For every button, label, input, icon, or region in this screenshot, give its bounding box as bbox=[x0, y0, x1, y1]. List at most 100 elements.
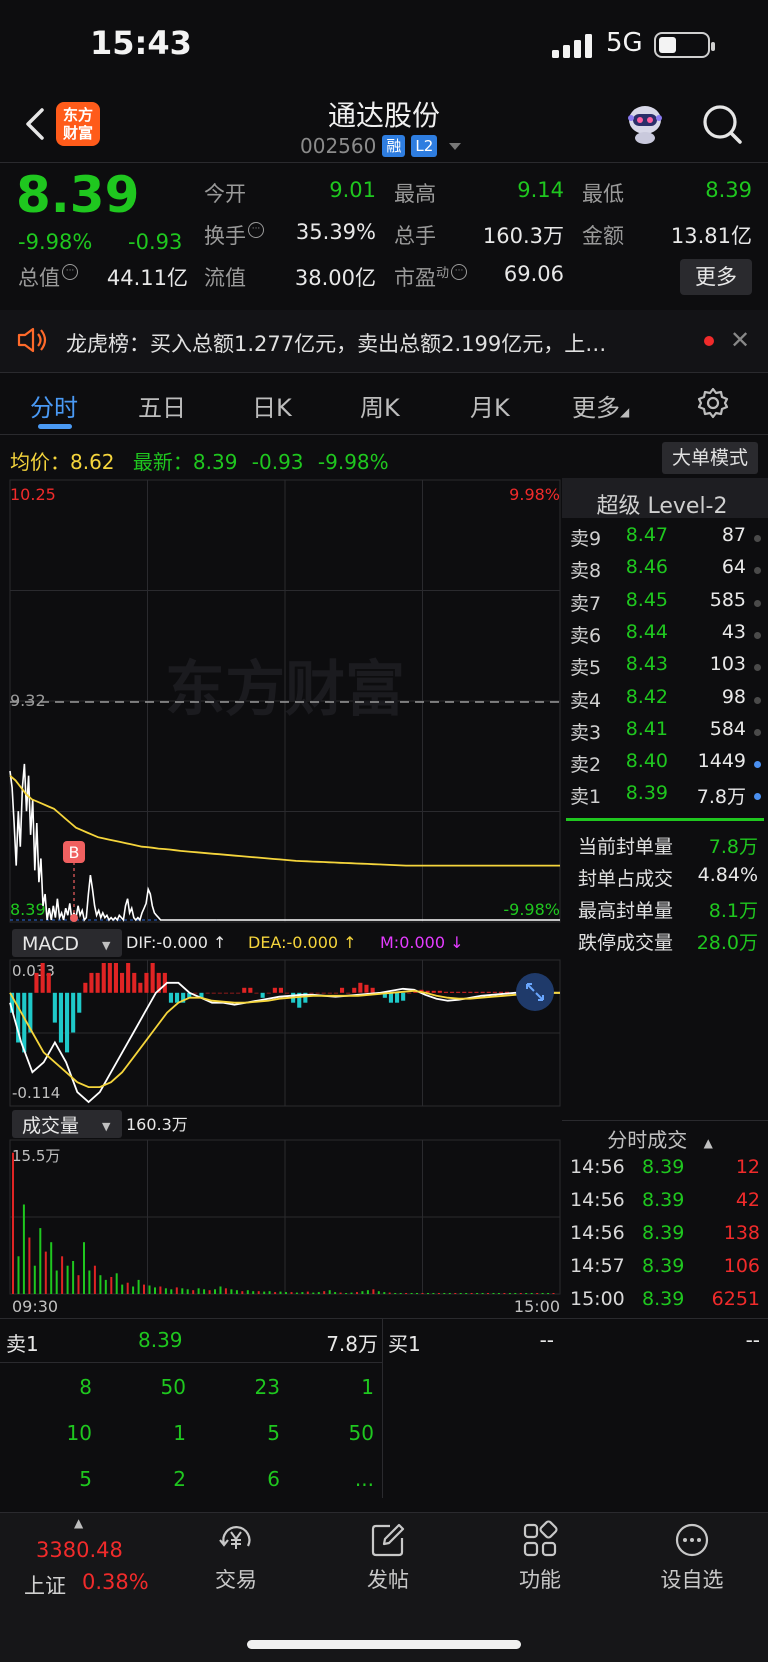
volume-bar bbox=[427, 1293, 429, 1294]
volume-bar bbox=[350, 1292, 353, 1294]
ask-volume: 7.8万 bbox=[696, 786, 746, 809]
macd-histogram-bar bbox=[327, 992, 332, 994]
volume-bar bbox=[93, 1265, 96, 1294]
limit-stat-row: 当前封单量 7.8万 bbox=[578, 832, 758, 864]
ask-dot bbox=[754, 599, 761, 607]
quote-value-market-cap: 44.11亿 bbox=[106, 266, 188, 290]
ask-row[interactable]: 卖9 8.47 87 bbox=[570, 524, 768, 556]
level2-tag: L2 bbox=[411, 135, 438, 157]
pct-axis-top: 9.98% bbox=[509, 485, 560, 504]
volume-bar bbox=[12, 1152, 14, 1294]
stock-subtitle[interactable]: 002560 融 L2 bbox=[300, 134, 462, 158]
macd-histogram-bar bbox=[272, 987, 277, 993]
macd-histogram-bar bbox=[260, 992, 265, 998]
volume-bar bbox=[115, 1273, 118, 1294]
volume-bar bbox=[328, 1290, 331, 1294]
active-tab-indicator bbox=[38, 424, 72, 429]
volume-bar bbox=[519, 1293, 522, 1294]
info-icon: ··· bbox=[451, 264, 468, 280]
ask-row[interactable]: 卖8 8.46 64 bbox=[570, 556, 768, 588]
macd-histogram-bar bbox=[321, 992, 326, 994]
volume-bar bbox=[17, 1256, 20, 1294]
macd-histogram-bar bbox=[346, 992, 351, 994]
volume-bar bbox=[514, 1293, 517, 1294]
close-icon[interactable]: ✕ bbox=[730, 326, 750, 354]
volume-bar bbox=[306, 1291, 309, 1294]
volume-bar bbox=[83, 1242, 85, 1294]
macd-histogram-bar bbox=[58, 992, 63, 1043]
quote-label-pe: 市盈动 ··· bbox=[394, 262, 468, 292]
tab-daily-k[interactable]: 日K bbox=[252, 388, 292, 423]
nav-watchlist[interactable]: 设自选 bbox=[642, 1520, 742, 1594]
nav-post[interactable]: 发帖 bbox=[338, 1520, 438, 1594]
queue-order: 50 bbox=[160, 1375, 186, 1399]
ask-label: 卖1 bbox=[570, 786, 602, 809]
volume-bar bbox=[405, 1293, 408, 1294]
trade-row: 14:56 8.39 42 bbox=[570, 1189, 760, 1222]
volume-bar bbox=[323, 1291, 326, 1294]
volume-bar bbox=[448, 1293, 451, 1294]
macd-histogram-bar bbox=[223, 992, 228, 994]
robot-assistant-icon[interactable] bbox=[622, 100, 668, 146]
status-bar: 15:43 5G bbox=[0, 0, 768, 90]
price-line bbox=[9, 763, 217, 922]
ask-row[interactable]: 卖1 8.39 7.8万 bbox=[570, 782, 768, 814]
trades-title[interactable]: 分时成交 ▲ bbox=[560, 1124, 760, 1153]
volume-bar bbox=[366, 1290, 369, 1294]
ask-label: 卖2 bbox=[570, 754, 602, 777]
nav-trade[interactable]: 交易 bbox=[186, 1520, 286, 1594]
ask-row[interactable]: 卖7 8.45 585 bbox=[570, 589, 768, 621]
search-icon[interactable] bbox=[700, 102, 744, 146]
big-order-mode-button[interactable]: 大单模式 bbox=[662, 442, 758, 474]
ask-price: 8.43 bbox=[625, 653, 668, 676]
macd-header: MACD ▼ DIF:-0.000 ↑ DEA:-0.000 ↑ M:0.000… bbox=[12, 929, 464, 957]
macd-histogram-bar bbox=[193, 992, 198, 994]
macd-histogram-bar bbox=[248, 987, 253, 993]
volume-bar bbox=[372, 1289, 375, 1294]
ask-row[interactable]: 卖6 8.44 43 bbox=[570, 621, 768, 653]
trade-volume: 42 bbox=[735, 1189, 760, 1211]
volume-header: 成交量 ▼ 160.3万 bbox=[12, 1110, 188, 1138]
price-axis-top: 10.25 bbox=[10, 485, 56, 504]
fullscreen-toggle-icon[interactable] bbox=[516, 973, 554, 1011]
intraday-charts[interactable]: 东方财富 10.25 9.32 8.39 9.98% -9.98% B MACD… bbox=[0, 478, 562, 1318]
macd-histogram-bar bbox=[468, 991, 473, 993]
nav-functions[interactable]: 功能 bbox=[490, 1520, 590, 1594]
change-amount: -0.93 bbox=[128, 230, 183, 254]
ask-row[interactable]: 卖4 8.42 98 bbox=[570, 686, 768, 718]
tab-five-day[interactable]: 五日 bbox=[138, 388, 186, 423]
volume-bar bbox=[268, 1291, 271, 1294]
more-button[interactable]: 更多 bbox=[680, 259, 752, 295]
queue-order: 10 bbox=[66, 1421, 92, 1445]
macd-histogram-bar bbox=[456, 991, 461, 993]
trade-volume: 106 bbox=[723, 1255, 760, 1277]
macd-histogram-bar bbox=[77, 992, 82, 1013]
ask-row[interactable]: 卖3 8.41 584 bbox=[570, 718, 768, 750]
ask-price: 8.46 bbox=[625, 556, 668, 579]
news-text[interactable]: 龙虎榜：买入总额1.277亿元，卖出总额2.199亿元，上… bbox=[66, 328, 606, 358]
tab-weekly-k[interactable]: 周K bbox=[360, 388, 400, 423]
ask-row[interactable]: 卖2 8.40 1449 bbox=[570, 750, 768, 782]
volume-bar bbox=[301, 1292, 304, 1294]
index-ticker[interactable]: ▲ 3380.48 上证 0.38% bbox=[20, 1516, 160, 1598]
ask-volume: 1449 bbox=[697, 750, 746, 773]
settings-gear-icon[interactable] bbox=[696, 386, 730, 420]
trade-volume: 12 bbox=[735, 1156, 760, 1178]
volume-bar bbox=[416, 1293, 418, 1294]
tab-more[interactable]: 更多◢ bbox=[572, 388, 629, 423]
avg-value: 8.62 bbox=[70, 450, 115, 474]
ask-price: 8.39 bbox=[625, 782, 668, 805]
tab-intraday[interactable]: 分时 bbox=[30, 388, 78, 423]
ask-row[interactable]: 卖5 8.43 103 bbox=[570, 653, 768, 685]
queue-order: 1 bbox=[361, 1375, 374, 1399]
status-time: 15:43 bbox=[90, 24, 192, 62]
queue-order: 8 bbox=[79, 1375, 92, 1399]
trade-row: 14:56 8.39 12 bbox=[570, 1156, 760, 1189]
info-icon: ··· bbox=[62, 264, 78, 280]
macd-histogram-bar bbox=[236, 992, 241, 994]
tab-monthly-k[interactable]: 月K bbox=[470, 388, 510, 423]
volume-bar bbox=[285, 1292, 287, 1294]
quote-value-pe: 69.06 bbox=[503, 262, 564, 286]
macd-histogram-bar bbox=[22, 992, 27, 1053]
watermark: 东方财富 bbox=[165, 656, 405, 723]
